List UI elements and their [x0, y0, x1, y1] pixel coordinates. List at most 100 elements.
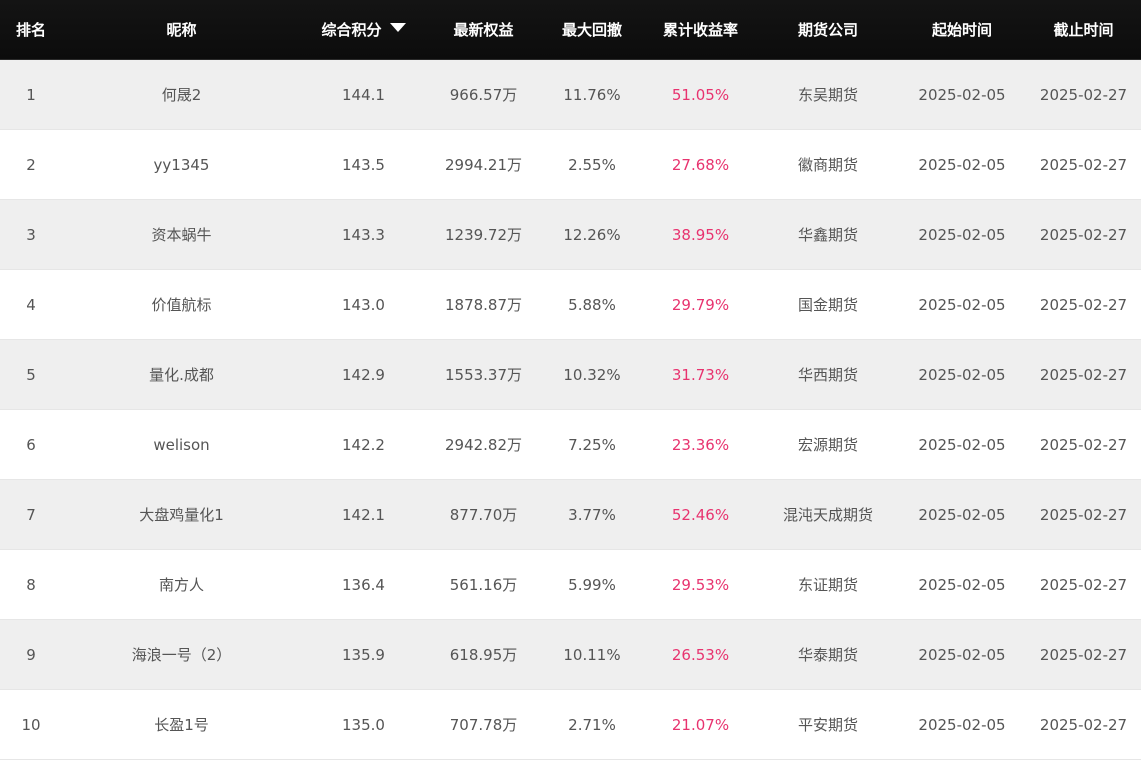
- cell-score: 136.4: [301, 549, 426, 620]
- cell-score: 135.9: [301, 619, 426, 690]
- cell-equity: 1878.87万: [426, 269, 541, 340]
- cell-company: 华泰期货: [758, 619, 898, 690]
- table-row[interactable]: 9 海浪一号（2） 135.9 618.95万 10.11% 26.53% 华泰期货 2025…: [0, 619, 1141, 690]
- cell-nickname: 大盘鸡量化1: [62, 479, 301, 550]
- cell-return: 52.46%: [643, 479, 758, 550]
- header-score-label: 综合积分: [321, 21, 382, 39]
- table-row[interactable]: 1 何晟2 144.1 966.57万 11.76% 51.05% 东吴期货 2025-02-…: [0, 59, 1141, 130]
- table-header: 排名 昵称 综合积分 最新权益 最大回撤 累计收益率 期货公司 起始时间 截止时…: [0, 0, 1141, 60]
- cell-company: 华鑫期货: [758, 199, 898, 270]
- cell-rank: 1: [0, 59, 62, 130]
- cell-return: 21.07%: [643, 689, 758, 760]
- cell-score: 142.1: [301, 479, 426, 550]
- cell-end-time: 2025-02-27: [1026, 549, 1141, 620]
- cell-start-time: 2025-02-05: [898, 199, 1026, 270]
- cell-end-time: 2025-02-27: [1026, 339, 1141, 410]
- table-row[interactable]: 8 南方人 136.4 561.16万 5.99% 29.53% 东证期货 2025-02-0…: [0, 549, 1141, 620]
- cell-start-time: 2025-02-05: [898, 549, 1026, 620]
- cell-nickname: 资本蜗牛: [62, 199, 301, 270]
- header-end: 截止时间: [1026, 0, 1141, 60]
- header-drawdown: 最大回撤: [541, 0, 643, 60]
- cell-start-time: 2025-02-05: [898, 689, 1026, 760]
- cell-return: 26.53%: [643, 619, 758, 690]
- cell-equity: 966.57万: [426, 59, 541, 130]
- cell-score: 143.0: [301, 269, 426, 340]
- cell-return: 27.68%: [643, 129, 758, 200]
- table-row[interactable]: 6 welison 142.2 2942.82万 7.25% 23.36% 宏源期货 2025…: [0, 409, 1141, 480]
- cell-rank: 8: [0, 549, 62, 620]
- cell-end-time: 2025-02-27: [1026, 129, 1141, 200]
- cell-start-time: 2025-02-05: [898, 269, 1026, 340]
- cell-equity: 1239.72万: [426, 199, 541, 270]
- ranking-table: 排名 昵称 综合积分 最新权益 最大回撤 累计收益率 期货公司 起始时间 截止时…: [0, 0, 1141, 760]
- table-body: 1 何晟2 144.1 966.57万 11.76% 51.05% 东吴期货 2025-02-…: [0, 59, 1141, 760]
- cell-drawdown: 5.88%: [541, 269, 643, 340]
- table-row[interactable]: 4 价值航标 143.0 1878.87万 5.88% 29.79% 国金期货 2025-02…: [0, 269, 1141, 340]
- cell-drawdown: 10.11%: [541, 619, 643, 690]
- cell-equity: 561.16万: [426, 549, 541, 620]
- cell-start-time: 2025-02-05: [898, 129, 1026, 200]
- cell-equity: 2994.21万: [426, 129, 541, 200]
- cell-equity: 707.78万: [426, 689, 541, 760]
- cell-company: 平安期货: [758, 689, 898, 760]
- cell-return: 38.95%: [643, 199, 758, 270]
- cell-drawdown: 7.25%: [541, 409, 643, 480]
- cell-rank: 9: [0, 619, 62, 690]
- cell-end-time: 2025-02-27: [1026, 479, 1141, 550]
- cell-nickname: yy1345: [62, 129, 301, 200]
- header-nickname: 昵称: [62, 0, 301, 60]
- cell-equity: 1553.37万: [426, 339, 541, 410]
- cell-start-time: 2025-02-05: [898, 479, 1026, 550]
- cell-score: 142.2: [301, 409, 426, 480]
- cell-score: 135.0: [301, 689, 426, 760]
- cell-rank: 7: [0, 479, 62, 550]
- table-row[interactable]: 2 yy1345 143.5 2994.21万 2.55% 27.68% 徽商期货 2025-…: [0, 129, 1141, 200]
- cell-drawdown: 10.32%: [541, 339, 643, 410]
- cell-end-time: 2025-02-27: [1026, 269, 1141, 340]
- cell-score: 143.3: [301, 199, 426, 270]
- cell-end-time: 2025-02-27: [1026, 619, 1141, 690]
- cell-score: 142.9: [301, 339, 426, 410]
- header-rank: 排名: [0, 0, 62, 60]
- cell-nickname: 量化.成都: [62, 339, 301, 410]
- table-row[interactable]: 10 长盈1号 135.0 707.78万 2.71% 21.07% 平安期货 2025-02…: [0, 689, 1141, 760]
- header-company: 期货公司: [758, 0, 898, 60]
- header-score-sort[interactable]: 综合积分: [301, 0, 426, 60]
- cell-return: 31.73%: [643, 339, 758, 410]
- cell-nickname: 海浪一号（2）: [62, 619, 301, 690]
- cell-return: 23.36%: [643, 409, 758, 480]
- cell-company: 东吴期货: [758, 59, 898, 130]
- cell-drawdown: 2.55%: [541, 129, 643, 200]
- cell-end-time: 2025-02-27: [1026, 409, 1141, 480]
- cell-rank: 10: [0, 689, 62, 760]
- cell-equity: 618.95万: [426, 619, 541, 690]
- cell-nickname: welison: [62, 409, 301, 480]
- cell-company: 宏源期货: [758, 409, 898, 480]
- cell-equity: 2942.82万: [426, 409, 541, 480]
- table-row[interactable]: 5 量化.成都 142.9 1553.37万 10.32% 31.73% 华西期货 2025-…: [0, 339, 1141, 410]
- cell-rank: 3: [0, 199, 62, 270]
- cell-start-time: 2025-02-05: [898, 619, 1026, 690]
- cell-return: 51.05%: [643, 59, 758, 130]
- cell-drawdown: 11.76%: [541, 59, 643, 130]
- cell-company: 东证期货: [758, 549, 898, 620]
- cell-end-time: 2025-02-27: [1026, 199, 1141, 270]
- cell-end-time: 2025-02-27: [1026, 689, 1141, 760]
- cell-start-time: 2025-02-05: [898, 59, 1026, 130]
- cell-return: 29.79%: [643, 269, 758, 340]
- cell-drawdown: 3.77%: [541, 479, 643, 550]
- cell-nickname: 长盈1号: [62, 689, 301, 760]
- table-row[interactable]: 3 资本蜗牛 143.3 1239.72万 12.26% 38.95% 华鑫期货 2025-0…: [0, 199, 1141, 270]
- cell-score: 144.1: [301, 59, 426, 130]
- cell-score: 143.5: [301, 129, 426, 200]
- caret-down-icon: [389, 23, 406, 32]
- cell-nickname: 何晟2: [62, 59, 301, 130]
- cell-start-time: 2025-02-05: [898, 339, 1026, 410]
- header-return: 累计收益率: [643, 0, 758, 60]
- cell-rank: 2: [0, 129, 62, 200]
- cell-drawdown: 5.99%: [541, 549, 643, 620]
- header-equity: 最新权益: [426, 0, 541, 60]
- cell-return: 29.53%: [643, 549, 758, 620]
- table-row[interactable]: 7 大盘鸡量化1 142.1 877.70万 3.77% 52.46% 混沌天成期货 2025…: [0, 479, 1141, 550]
- cell-company: 徽商期货: [758, 129, 898, 200]
